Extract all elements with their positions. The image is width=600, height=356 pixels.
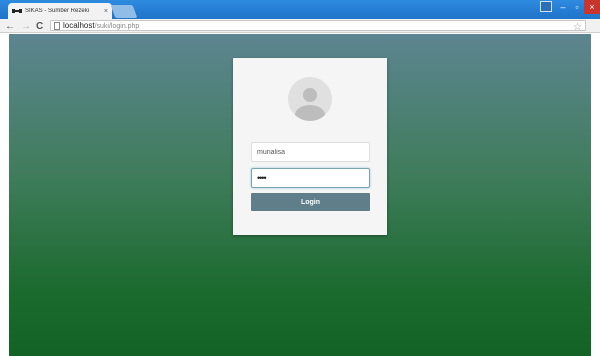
minimize-button[interactable]: – [556, 0, 570, 14]
new-tab-button[interactable] [110, 5, 138, 18]
close-window-button[interactable]: × [584, 0, 600, 14]
favicon-icon [12, 7, 22, 15]
page-background: Login [9, 34, 591, 356]
url-path: /suki/login.php [94, 23, 140, 30]
url-host: localhost [63, 21, 95, 30]
password-input[interactable] [251, 168, 370, 188]
window-controls: – ▫ × [540, 0, 600, 14]
reload-icon[interactable]: C [36, 19, 43, 33]
browser-titlebar: SIKAS - Sumber Rezeki × – ▫ × [0, 0, 600, 19]
user-avatar-icon [288, 77, 332, 121]
login-button[interactable]: Login [251, 193, 370, 211]
restore-button[interactable]: ▫ [570, 0, 584, 14]
tab-close-icon[interactable]: × [104, 8, 108, 15]
login-card: Login [233, 58, 387, 235]
forward-arrow-icon[interactable]: → [21, 19, 31, 33]
address-bar[interactable]: localhost/suki/login.php ☆ [50, 20, 586, 34]
browser-tab[interactable]: SIKAS - Sumber Rezeki × [8, 3, 112, 19]
url-text: localhost/suki/login.php [63, 21, 139, 30]
back-arrow-icon[interactable]: ← [5, 19, 15, 33]
browser-toolbar: ← → C localhost/suki/login.php ☆ [0, 19, 600, 33]
page-icon [54, 21, 60, 30]
tab-title: SIKAS - Sumber Rezeki [25, 8, 90, 14]
username-input[interactable] [251, 142, 370, 162]
profile-icon[interactable] [540, 1, 552, 12]
star-icon[interactable]: ☆ [573, 21, 582, 34]
